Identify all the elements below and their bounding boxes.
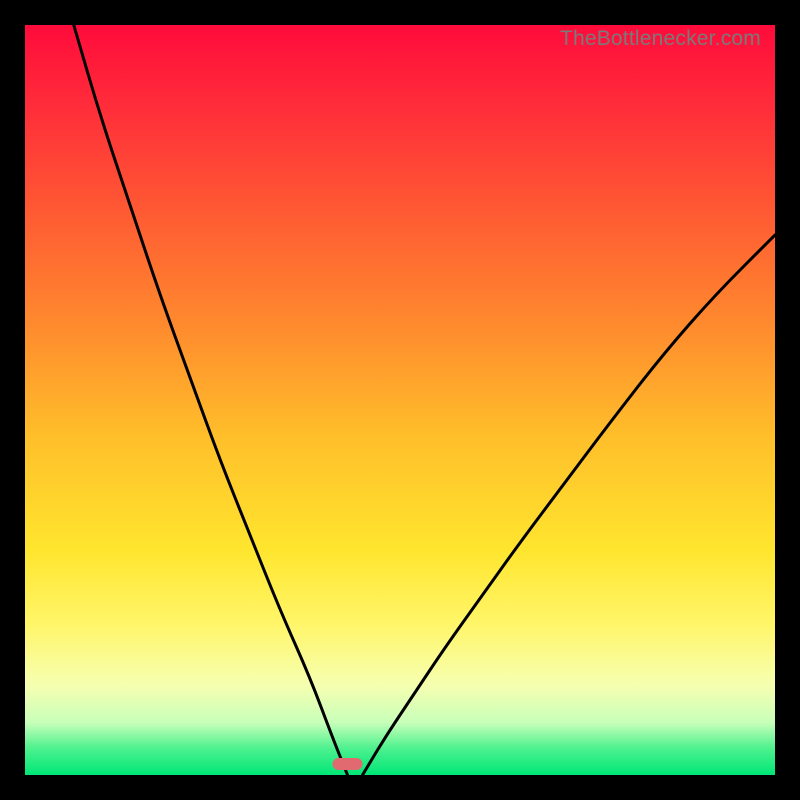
bottleneck-chart [25,25,775,775]
chart-frame: TheBottlenecker.com [25,25,775,775]
gradient-background [25,25,775,775]
watermark-text: TheBottlenecker.com [560,27,761,51]
minimum-marker [333,758,363,770]
